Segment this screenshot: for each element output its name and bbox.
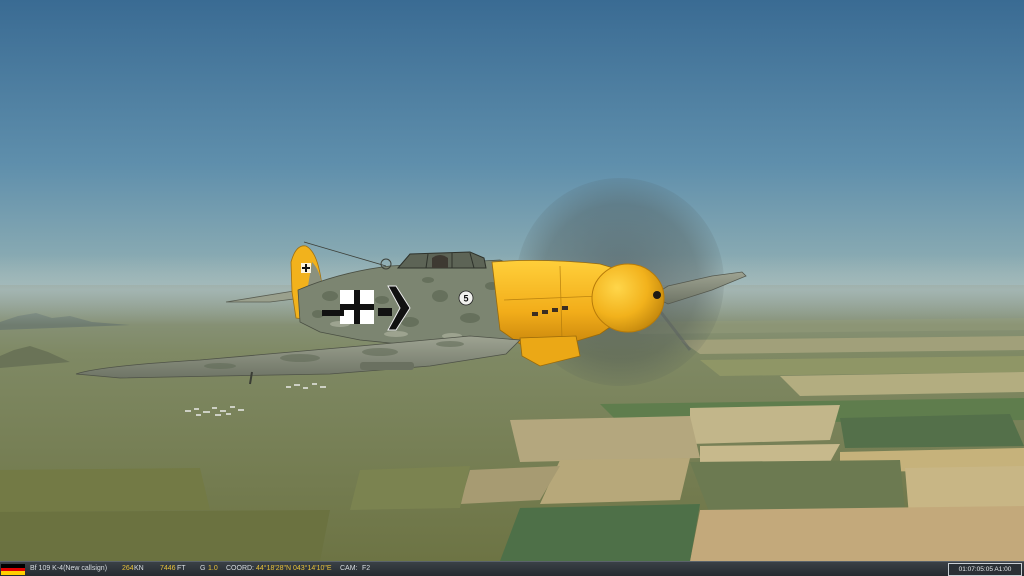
cam-value: F2 (362, 565, 371, 572)
coord-value: 44°18'28"N 043°14'10"E (256, 565, 332, 572)
g-label: G (200, 565, 206, 572)
flight-scene: 5 (0, 0, 1024, 561)
altitude-value: 7446 (160, 565, 176, 572)
swastika-icon (301, 263, 311, 273)
pilot (432, 255, 448, 268)
germany-flag-icon (1, 564, 25, 575)
cam-label: CAM: (340, 565, 358, 572)
spinner-tip (653, 291, 661, 299)
airspeed-value: 264 (122, 565, 134, 572)
hud-status-bar: Bf 109 K-4(New callsign) 264 KN 7446 FT … (0, 561, 1024, 576)
airspeed-unit: KN (134, 565, 144, 572)
flag-stripe-gold (1, 571, 25, 575)
radiator (360, 362, 414, 370)
altitude-unit: FT (177, 565, 186, 572)
spinner (591, 263, 665, 333)
mission-time: 01:07:05:05 A1:00 (948, 563, 1022, 576)
fuselage-bar (322, 310, 344, 316)
g-value: 1.0 (208, 565, 218, 572)
coord-label: COORD: (226, 565, 254, 572)
fuselage-number: 5 (463, 294, 468, 304)
balkenkreuz-icon (340, 290, 374, 324)
aircraft-name: Bf 109 K-4(New callsign) (30, 565, 108, 572)
game-viewport: 5 Bf 109 K-4(New callsign) 264 KN 7446 F… (0, 0, 1024, 576)
